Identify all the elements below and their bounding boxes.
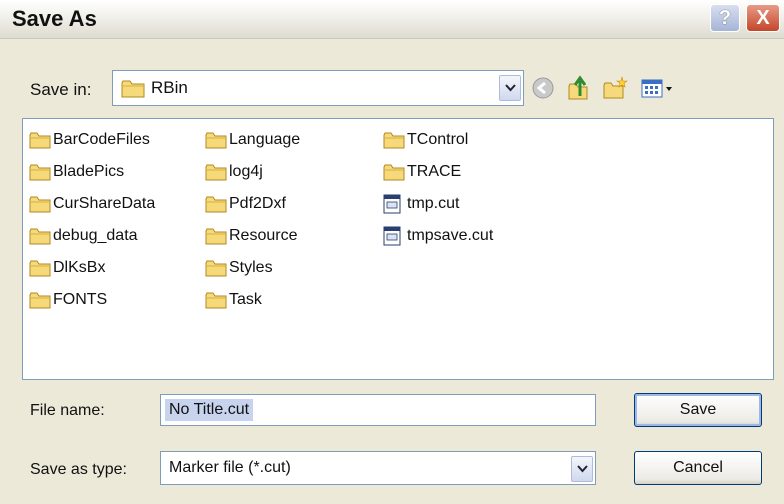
folder-icon (383, 163, 405, 181)
folder-icon (205, 291, 227, 309)
save-in-dropdown[interactable]: RBin (112, 70, 524, 106)
folder-icon (205, 259, 227, 277)
folder-icon (205, 227, 227, 245)
window-title: Save As (12, 6, 97, 31)
folder-item[interactable]: TControl (383, 127, 468, 153)
file-list[interactable]: BarCodeFiles BladePics CurShareData debug_d… (22, 118, 774, 380)
chevron-down-icon (577, 465, 588, 473)
folder-icon (383, 131, 405, 149)
folder-item[interactable]: BarCodeFiles (29, 127, 150, 153)
folder-item[interactable]: CurShareData (29, 191, 155, 217)
save-as-type-dropdown-button[interactable] (571, 456, 593, 482)
folder-icon (121, 79, 145, 103)
item-label: Task (229, 291, 262, 308)
save-as-type-dropdown[interactable]: Marker file (*.cut) (160, 451, 596, 485)
new-folder-icon (603, 76, 628, 99)
save-as-type-label: Save as type: (30, 461, 127, 478)
new-folder-button[interactable] (602, 74, 628, 102)
file-name-input[interactable]: No Title.cut (160, 394, 596, 426)
item-label: FONTS (53, 291, 108, 308)
file-item[interactable]: tmp.cut (383, 191, 459, 217)
save-in-dropdown-button[interactable] (499, 75, 521, 101)
close-button[interactable]: X (746, 4, 780, 32)
document-icon (383, 226, 405, 246)
folder-icon (29, 291, 51, 309)
item-label: log4j (229, 163, 263, 180)
view-menu-button[interactable] (640, 74, 676, 102)
item-label: Resource (229, 227, 298, 244)
folder-item[interactable]: FONTS (29, 287, 107, 313)
back-button[interactable] (530, 74, 556, 102)
folder-icon (29, 131, 51, 149)
file-name-label: File name: (30, 402, 105, 419)
view-menu-icon (641, 79, 672, 98)
folder-item[interactable]: Language (205, 127, 300, 153)
save-button[interactable]: Save (634, 393, 762, 427)
title-bar[interactable]: Save As ? X (0, 0, 784, 39)
folder-item[interactable]: DlKsBx (29, 255, 105, 281)
file-name-value[interactable]: No Title.cut (165, 399, 254, 421)
folder-icon (205, 131, 227, 149)
item-label: Styles (229, 259, 273, 276)
item-label: CurShareData (53, 195, 156, 212)
folder-item[interactable]: Pdf2Dxf (205, 191, 286, 217)
folder-icon (205, 195, 227, 213)
up-folder-icon (568, 75, 588, 100)
folder-item[interactable]: Styles (205, 255, 273, 281)
item-label: BarCodeFiles (53, 131, 150, 148)
back-icon (532, 77, 554, 99)
folder-icon (205, 163, 227, 181)
save-in-label: Save in: (30, 80, 92, 99)
cancel-button[interactable]: Cancel (634, 451, 762, 485)
item-label: tmpsave.cut (407, 227, 494, 244)
folder-item[interactable]: debug_data (29, 223, 138, 249)
folder-item[interactable]: BladePics (29, 159, 124, 185)
folder-item[interactable]: log4j (205, 159, 263, 185)
item-label: BladePics (53, 163, 125, 180)
folder-icon (29, 195, 51, 213)
item-label: Language (229, 131, 301, 148)
file-item[interactable]: tmpsave.cut (383, 223, 493, 249)
item-label: TRACE (407, 163, 462, 180)
item-label: tmp.cut (407, 195, 460, 212)
folder-icon (29, 259, 51, 277)
item-label: Pdf2Dxf (229, 195, 286, 212)
help-button[interactable]: ? (710, 4, 740, 32)
folder-item[interactable]: Task (205, 287, 262, 313)
folder-icon (29, 227, 51, 245)
folder-item[interactable]: Resource (205, 223, 297, 249)
folder-icon (29, 163, 51, 181)
item-label: debug_data (53, 227, 138, 244)
chevron-down-icon (505, 84, 516, 92)
item-label: TControl (407, 131, 469, 148)
save-as-type-value: Marker file (*.cut) (169, 459, 291, 476)
folder-item[interactable]: TRACE (383, 159, 461, 185)
save-as-dialog: Save As ? X Save in: RBin BarCodeFiles B… (0, 0, 784, 504)
save-in-value: RBin (151, 78, 188, 97)
item-label: DlKsBx (53, 259, 106, 276)
document-icon (383, 194, 405, 214)
up-one-level-button[interactable] (566, 74, 592, 102)
